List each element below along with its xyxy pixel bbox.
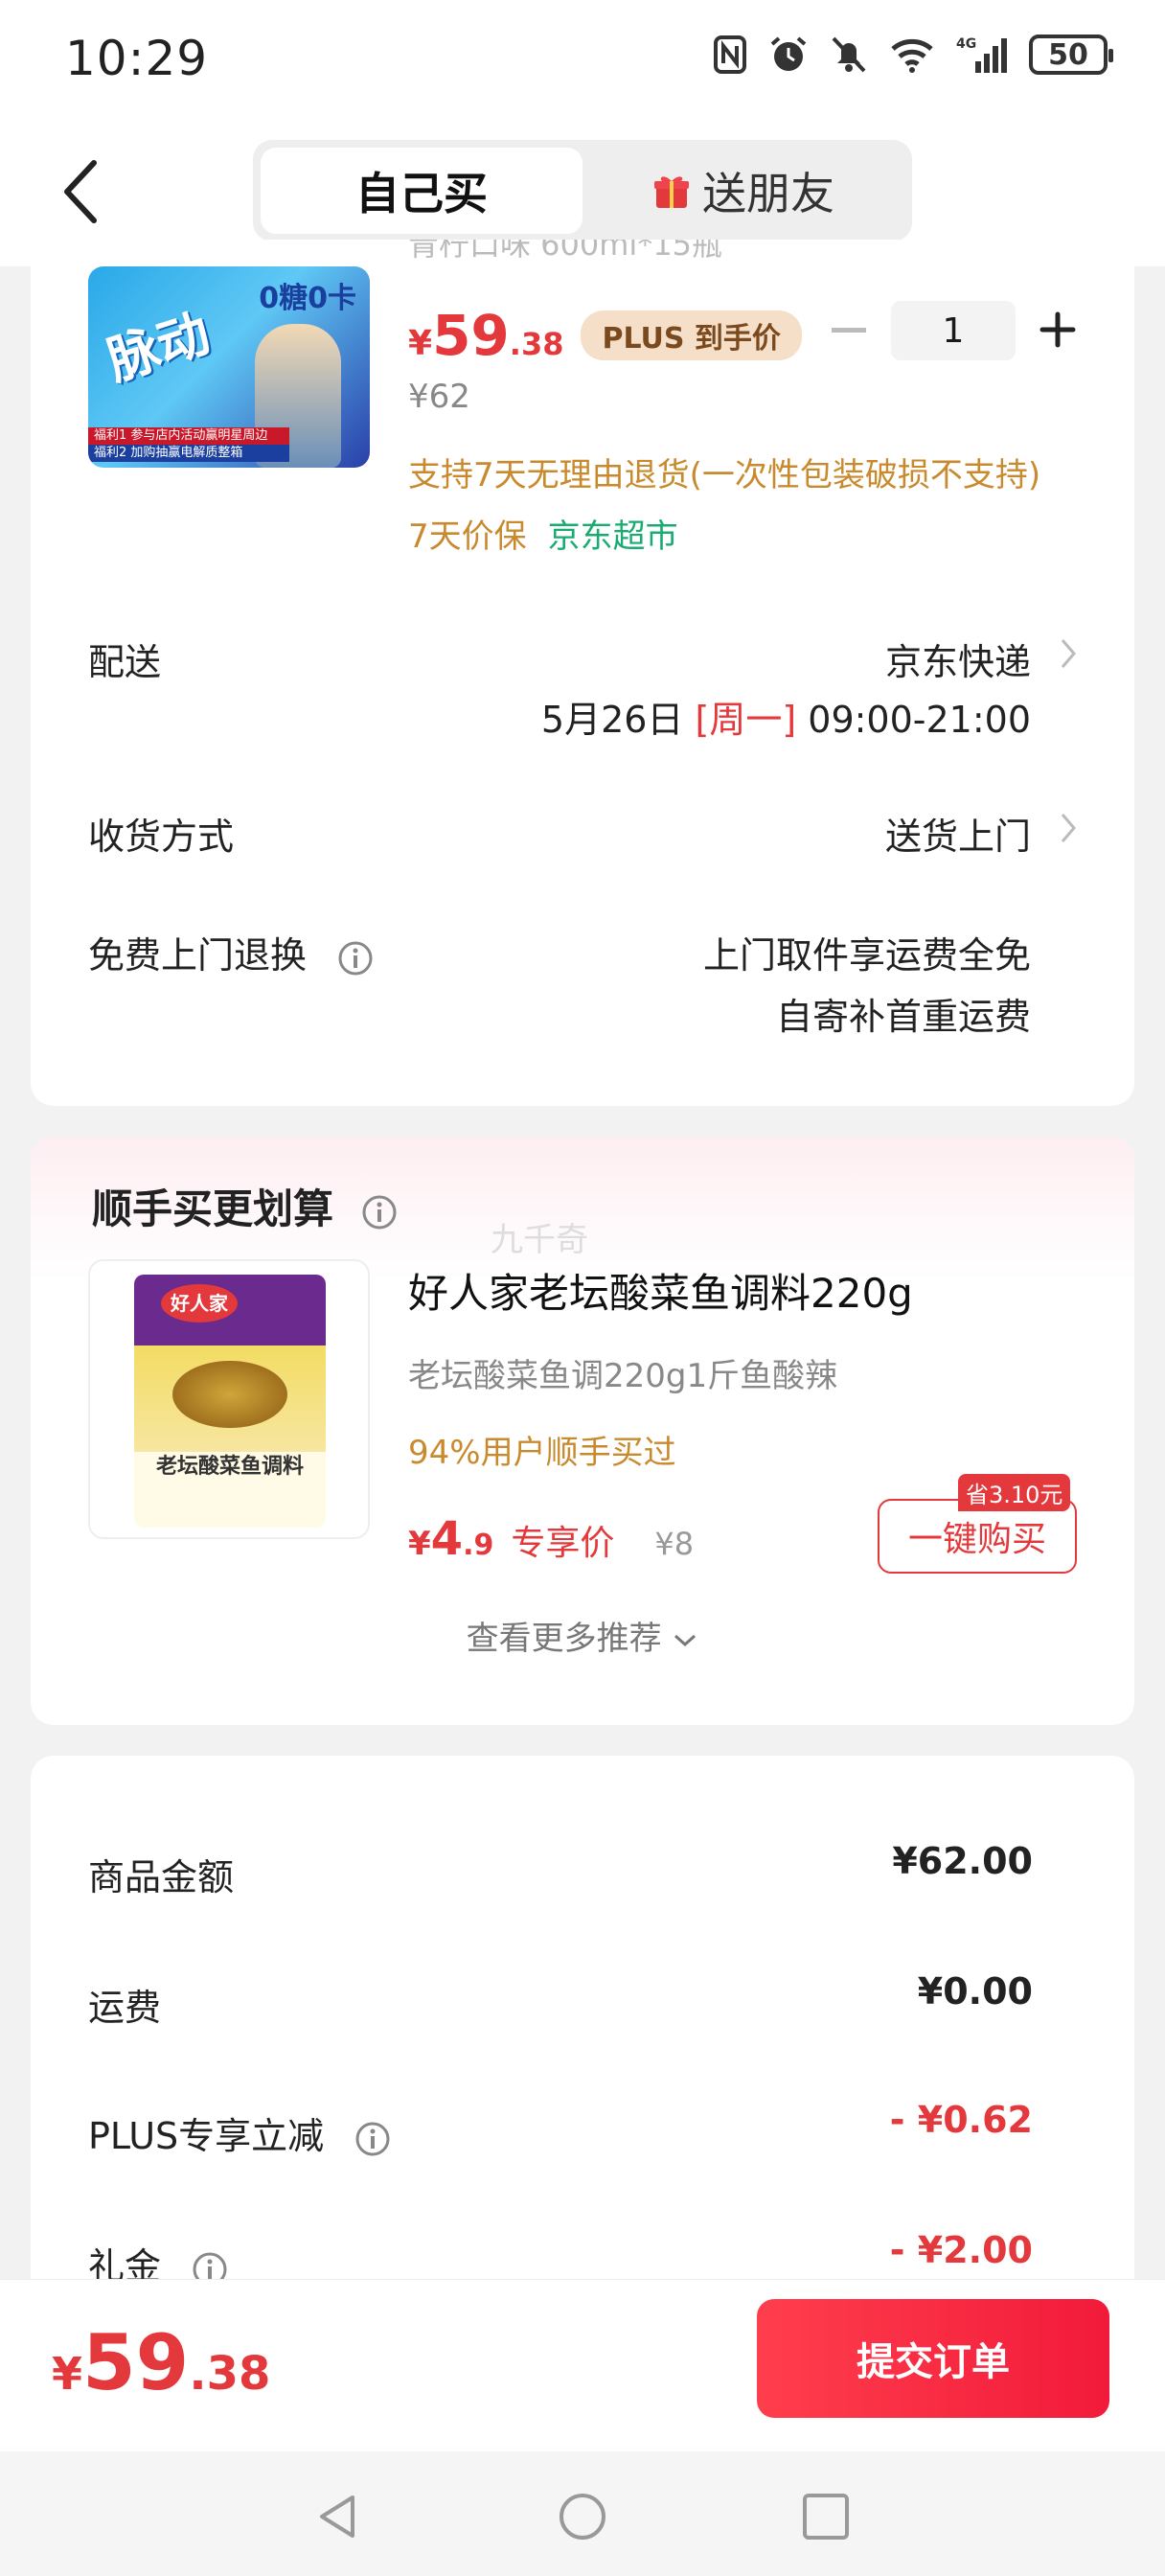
recommend-title-text: 顺手买更划算 [92, 1185, 334, 1232]
checkout-bar: ¥59.38 提交订单 [0, 2279, 1165, 2451]
nav-home-icon[interactable] [556, 2490, 609, 2543]
free-return-line1: 上门取件享运费全免 [702, 934, 1031, 977]
product-price: ¥59.38 [408, 303, 563, 368]
info-icon[interactable] [354, 2121, 391, 2157]
exclusive-price-label: 专享价 [511, 1524, 615, 1563]
pack-logo: 好人家 [161, 1284, 238, 1322]
gift-icon [654, 176, 689, 208]
status-icons: 4G 50 [713, 34, 1113, 75]
return-policy-note: 支持7天无理由退货(一次性包装破损不支持) [408, 456, 1041, 494]
delivery-time[interactable]: 5月26日 [周一] 09:00-21:00 [541, 690, 1031, 743]
chevron-right-icon [1061, 814, 1076, 842]
nav-recents-icon[interactable] [799, 2490, 853, 2543]
delivery-method[interactable]: 京东快递 [885, 632, 1031, 685]
price-currency: ¥ [408, 324, 433, 363]
receive-method-label: 收货方式 [88, 816, 235, 858]
product-image-brand: 脉动 [100, 302, 217, 392]
product-image-promo-strip: 福利1 参与店内活动赢明星周边 福利2 加购抽赢电解质整箱 [88, 427, 289, 462]
summary-label-goods: 商品金额 [88, 1856, 235, 1898]
promo-strip-2: 福利2 加购抽赢电解质整箱 [88, 445, 289, 462]
nfc-icon [714, 35, 746, 74]
wifi-icon [891, 38, 933, 73]
summary-value-goods: ¥62.00 [892, 1840, 1033, 1882]
back-button[interactable] [57, 153, 115, 230]
nav-back-icon[interactable] [312, 2490, 366, 2543]
quantity-input[interactable]: 1 [891, 301, 1016, 360]
total-price: ¥59.38 [52, 2318, 270, 2407]
product-price-row: ¥59.38 PLUS 到手价 [408, 303, 802, 368]
delivery-label: 配送 [88, 641, 162, 683]
store-tag: 京东超市 [547, 518, 678, 556]
summary-value-plus: - ¥0.62 [889, 2099, 1033, 2141]
promo-strip-1: 福利1 参与店内活动赢明星周边 [88, 427, 289, 445]
delivery-weekday: [周一] [695, 699, 797, 741]
tab-gift-friend[interactable]: 送朋友 [582, 148, 904, 234]
info-icon[interactable] [337, 940, 374, 977]
recommend-original-price: ¥8 [654, 1526, 695, 1562]
recommend-buy-stat: 94%用户顺手买过 [408, 1434, 676, 1472]
summary-value-gift: - ¥2.00 [889, 2229, 1033, 2271]
status-bar: 10:29 4G 50 [0, 0, 1165, 125]
recommend-price-row: ¥4.9 专享价 ¥8 [408, 1512, 694, 1566]
product-spec-partial: 青柠口味 600ml*15瓶 [408, 240, 723, 263]
price-currency: ¥ [408, 1525, 431, 1563]
recommend-product-name[interactable]: 好人家老坛酸菜鱼调料220g [408, 1261, 913, 1320]
price-decimal: .9 [463, 1529, 494, 1562]
tab-buy-self[interactable]: 自己买 [261, 148, 582, 234]
purchase-mode-tabs: 自己买 送朋友 [253, 140, 912, 242]
price-integer: 4 [430, 1512, 464, 1566]
product-image-slogan: 0糖0卡 [259, 282, 356, 315]
recommend-title: 顺手买更划算 [92, 1177, 398, 1235]
pack-bowl-image [172, 1361, 287, 1428]
price-summary-card: 商品金额 ¥62.00 运费 ¥0.00 PLUS专享立减 - ¥0.62 礼金… [31, 1756, 1134, 2331]
service-tags: 7天价保 京东超市 [408, 510, 678, 557]
delivery-date: 5月26日 [540, 699, 684, 741]
mute-icon [832, 36, 866, 73]
delivery-window: 09:00-21:00 [808, 699, 1031, 741]
product-original-price: ¥62 [408, 378, 470, 416]
total-integer: 59 [82, 2318, 190, 2407]
order-item-card: 青柠口味 600ml*15瓶 0糖0卡 脉动 福利1 参与店内活动赢明星周边 福… [31, 240, 1134, 1106]
signal-icon: 4G [956, 36, 1007, 73]
alarm-icon [770, 36, 807, 71]
status-time: 10:29 [65, 31, 209, 86]
price-integer: 59 [432, 303, 510, 368]
pack-name: 老坛酸菜鱼调料 [155, 1455, 304, 1479]
receive-method-value[interactable]: 送货上门 [885, 807, 1031, 860]
chevron-right-icon [1061, 639, 1076, 668]
tab-gift-friend-label: 送朋友 [702, 168, 834, 219]
quantity-increase-button[interactable] [1039, 310, 1077, 349]
svg-text:4G: 4G [956, 36, 976, 52]
product-image[interactable]: 0糖0卡 脉动 福利1 参与店内活动赢明星周边 福利2 加购抽赢电解质整箱 [88, 266, 370, 468]
free-return-row: 免费上门退换 [88, 926, 374, 978]
quantity-decrease-button[interactable] [832, 328, 866, 333]
watermark: 九千奇 [491, 1221, 588, 1259]
info-icon[interactable] [361, 1194, 398, 1230]
price-protection-tag: 7天价保 [408, 518, 527, 556]
free-return-label: 免费上门退换 [88, 934, 308, 977]
summary-value-shipping: ¥0.00 [917, 1970, 1033, 2012]
price-decimal: .38 [509, 326, 564, 362]
recommend-card: 顺手买更划算 九千奇 好人家 老坛酸菜鱼调料 好人家老坛酸菜鱼调料220g 老坛… [31, 1137, 1134, 1725]
chevron-left-icon [64, 160, 97, 223]
total-decimal: .38 [189, 2347, 271, 2401]
chevron-down-icon [674, 1634, 697, 1646]
free-return-line2: 自寄补首重运费 [775, 996, 1031, 1038]
summary-row-plus: PLUS专享立减 [88, 2106, 391, 2159]
summary-label-plus: PLUS专享立减 [88, 2115, 325, 2157]
summary-label-shipping: 运费 [88, 1987, 162, 2029]
battery-indicator: 50 [1029, 34, 1113, 75]
system-nav-bar [0, 2451, 1165, 2576]
submit-order-button[interactable]: 提交订单 [757, 2299, 1109, 2418]
recommend-price: ¥4.9 [408, 1512, 493, 1566]
save-amount-badge: 省3.10元 [958, 1474, 1071, 1511]
plus-price-badge: PLUS 到手价 [581, 310, 802, 360]
recommend-product-image[interactable]: 好人家 老坛酸菜鱼调料 [88, 1259, 370, 1539]
more-recommend-label: 查看更多推荐 [466, 1620, 662, 1658]
more-recommend-link[interactable]: 查看更多推荐 [31, 1612, 1134, 1659]
total-currency: ¥ [52, 2348, 83, 2400]
seasoning-pack: 好人家 老坛酸菜鱼调料 [134, 1275, 326, 1528]
recommend-product-desc: 老坛酸菜鱼调220g1斤鱼酸辣 [408, 1357, 838, 1395]
